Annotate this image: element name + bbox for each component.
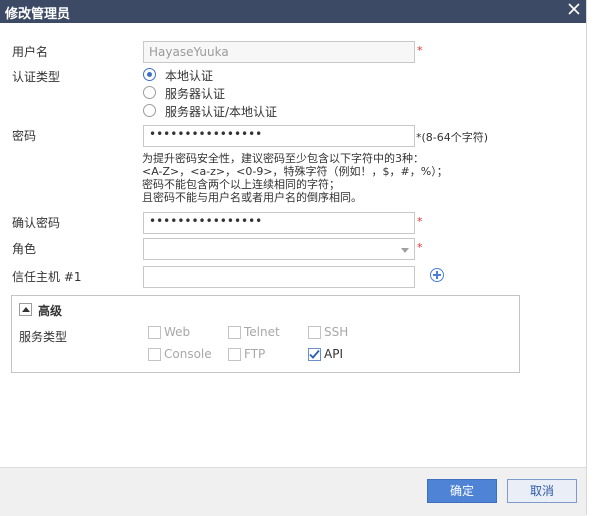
- radio-local-auth[interactable]: [143, 68, 156, 81]
- checkbox-console[interactable]: [148, 348, 161, 361]
- collapse-icon[interactable]: [19, 303, 32, 316]
- password-hint-line-3: 密码不能包含两个以上连续相同的字符；: [142, 178, 340, 191]
- checkbox-telnet-label: Telnet: [244, 325, 280, 339]
- role-label: 角色: [12, 242, 37, 256]
- username-label: 用户名: [12, 45, 49, 59]
- advanced-title: 高级: [38, 304, 63, 318]
- radio-server-local-auth[interactable]: [143, 104, 156, 117]
- password-hint-line-2: <A-Z>，<a-z>，<0-9>，特殊字符（例如！，$，#，%）；: [142, 165, 448, 178]
- username-required-mark: *: [417, 44, 423, 57]
- confirm-password-field[interactable]: ••••••••••••••••: [143, 212, 415, 234]
- checkbox-ftp[interactable]: [228, 348, 241, 361]
- checkbox-ftp-label: FTP: [244, 347, 266, 361]
- checkbox-api[interactable]: [308, 348, 321, 361]
- checkbox-web-label: Web: [164, 325, 191, 339]
- radio-server-local-auth-label: 服务器认证/本地认证: [165, 105, 278, 119]
- dialog-title: 修改管理员: [5, 7, 71, 22]
- password-hint-line-1: 为提升密码安全性，建议密码至少包含以下字符中的3种：: [142, 152, 424, 165]
- ok-button[interactable]: 确定: [427, 479, 497, 503]
- checkbox-ssh[interactable]: [308, 326, 321, 339]
- dialog-titlebar: 修改管理员: [0, 0, 586, 23]
- checkmark-icon: [309, 349, 320, 359]
- dialog-footer: 确定 取消: [0, 467, 586, 516]
- chevron-down-icon[interactable]: [401, 248, 409, 253]
- confirm-password-value: ••••••••••••••••: [149, 214, 263, 228]
- username-field[interactable]: HayaseYuuka: [143, 41, 415, 63]
- plus-circle-icon[interactable]: [430, 268, 444, 282]
- radio-local-auth-label: 本地认证: [165, 69, 214, 83]
- password-field[interactable]: ••••••••••••••••: [143, 125, 415, 147]
- scrollbar-track[interactable]: [586, 0, 596, 515]
- service-type-label: 服务类型: [19, 330, 68, 344]
- checkbox-telnet[interactable]: [228, 326, 241, 339]
- confirm-password-label: 确认密码: [12, 216, 61, 230]
- close-icon[interactable]: [565, 0, 583, 18]
- auth-type-label: 认证类型: [12, 70, 61, 84]
- password-label: 密码: [12, 129, 37, 143]
- password-hint-line-4: 且密码不能与用户名或者用户名的倒序相同。: [142, 191, 362, 204]
- advanced-section: 高级 服务类型 Web Telnet SSH Console FTP API: [11, 295, 520, 373]
- confirm-password-required-mark: *: [417, 215, 423, 228]
- trusted-host-label: 信任主机 #1: [12, 270, 82, 284]
- username-value: HayaseYuuka: [149, 45, 229, 59]
- trusted-host-input[interactable]: [143, 266, 415, 288]
- radio-server-auth[interactable]: [143, 86, 156, 99]
- checkbox-web[interactable]: [148, 326, 161, 339]
- role-required-mark: *: [417, 241, 423, 254]
- checkbox-ssh-label: SSH: [324, 325, 349, 339]
- checkbox-api-label: API: [324, 347, 343, 361]
- cancel-button[interactable]: 取消: [507, 479, 577, 503]
- password-length-note: *(8-64个字符): [416, 131, 489, 144]
- role-select[interactable]: [143, 238, 415, 260]
- checkbox-console-label: Console: [164, 347, 212, 361]
- password-value: ••••••••••••••••: [149, 127, 263, 141]
- radio-server-auth-label: 服务器认证: [165, 87, 226, 101]
- edit-admin-dialog: 修改管理员 用户名 HayaseYuuka * 认证类型 本地认证 服务器认证 …: [0, 0, 596, 516]
